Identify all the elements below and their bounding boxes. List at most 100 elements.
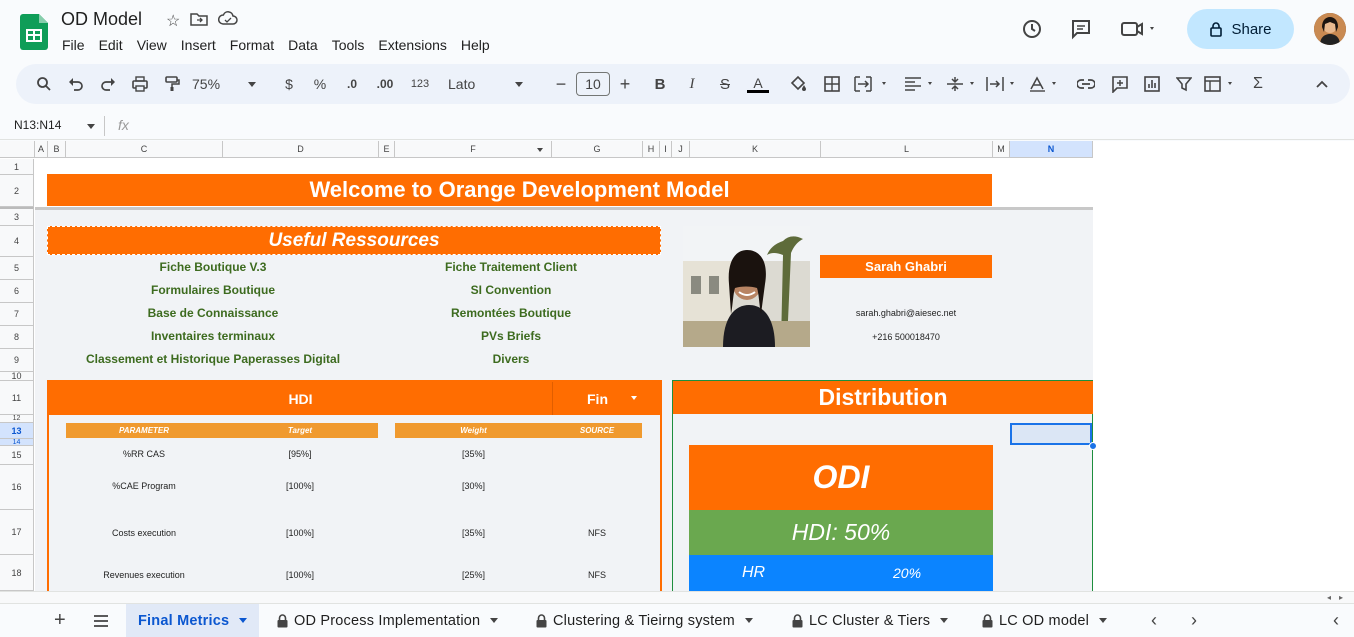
contact-email[interactable]: sarah.ghabri@aiesec.net bbox=[820, 308, 992, 318]
fill-color-icon[interactable] bbox=[788, 64, 808, 104]
row-header[interactable]: 1 bbox=[0, 159, 34, 175]
all-sheets-button[interactable] bbox=[93, 604, 111, 637]
column-header[interactable]: A bbox=[35, 141, 48, 158]
menu-file[interactable]: File bbox=[62, 37, 85, 53]
zoom-select[interactable]: 75% bbox=[192, 64, 262, 104]
row-header[interactable]: 7 bbox=[0, 303, 34, 326]
decrease-font-size-button[interactable]: − bbox=[554, 64, 568, 104]
search-icon[interactable] bbox=[34, 64, 54, 104]
resource-link[interactable]: Fiche Traitement Client bbox=[395, 260, 627, 274]
comments-icon[interactable] bbox=[1069, 17, 1093, 41]
cell-weight[interactable]: [35%] bbox=[395, 528, 552, 538]
row-header[interactable]: 10 bbox=[0, 371, 34, 381]
horizontal-scrollbar[interactable]: ◂ ▸ bbox=[0, 591, 1354, 603]
row-header[interactable]: 3 bbox=[0, 207, 34, 226]
meet-icon[interactable] bbox=[1118, 17, 1158, 41]
column-header[interactable]: E bbox=[379, 141, 395, 158]
sheet-grid[interactable]: A B C D E F G H I J K L M N 1 2 3 4 5 6 … bbox=[0, 141, 1354, 591]
text-rotation-icon[interactable] bbox=[1028, 64, 1064, 104]
chevron-down-icon[interactable] bbox=[239, 618, 248, 623]
selected-range[interactable] bbox=[1010, 423, 1092, 445]
scroll-tabs-left-icon[interactable]: ‹ bbox=[1151, 604, 1157, 637]
row-header[interactable]: 12 bbox=[0, 415, 34, 423]
row-header-selected[interactable]: 13 bbox=[0, 423, 34, 439]
move-folder-icon[interactable] bbox=[190, 11, 209, 32]
menu-data[interactable]: Data bbox=[288, 37, 318, 53]
fin-dropdown[interactable]: Fin bbox=[552, 382, 642, 415]
insert-link-icon[interactable] bbox=[1076, 64, 1096, 104]
tab-lc-od-model[interactable]: LC OD model bbox=[982, 604, 1108, 637]
cell-source[interactable]: NFS bbox=[552, 570, 642, 580]
chevron-down-icon[interactable] bbox=[490, 618, 499, 623]
borders-icon[interactable] bbox=[822, 64, 842, 104]
cell-source[interactable]: NFS bbox=[552, 528, 642, 538]
collapse-sidepanel-icon[interactable]: ‹ bbox=[1333, 604, 1339, 637]
column-header[interactable]: F bbox=[395, 141, 552, 158]
column-header[interactable]: M bbox=[993, 141, 1010, 158]
increase-font-size-button[interactable]: + bbox=[618, 64, 632, 104]
chevron-down-icon[interactable] bbox=[744, 618, 753, 623]
increase-decimal-button[interactable]: .00 bbox=[373, 64, 397, 104]
select-all-corner[interactable] bbox=[0, 141, 35, 158]
redo-icon[interactable] bbox=[98, 64, 118, 104]
paint-format-icon[interactable] bbox=[162, 64, 182, 104]
scroll-left-icon[interactable]: ◂ bbox=[1327, 593, 1331, 602]
row-header[interactable]: 8 bbox=[0, 326, 34, 349]
merge-cells-icon[interactable] bbox=[854, 64, 894, 104]
cell-parameter[interactable]: Costs execution bbox=[66, 528, 222, 538]
bold-icon[interactable]: B bbox=[652, 64, 668, 104]
resource-link[interactable]: Fiche Boutique V.3 bbox=[47, 260, 379, 274]
row-header[interactable]: 17 bbox=[0, 510, 34, 555]
name-box[interactable]: N13:N14 bbox=[14, 118, 95, 132]
vertical-align-icon[interactable] bbox=[946, 64, 982, 104]
font-size-input[interactable]: 10 bbox=[576, 64, 610, 104]
insert-comment-icon[interactable] bbox=[1110, 64, 1130, 104]
number-format-button[interactable]: 123 bbox=[408, 64, 432, 104]
tab-lc-cluster-tiers[interactable]: LC Cluster & Tiers bbox=[792, 604, 949, 637]
chevron-down-icon[interactable] bbox=[631, 396, 637, 400]
font-family-select[interactable]: Lato bbox=[448, 64, 530, 104]
cell-target[interactable]: [95%] bbox=[222, 449, 378, 459]
share-button[interactable]: Share bbox=[1187, 9, 1294, 49]
menu-format[interactable]: Format bbox=[230, 37, 274, 53]
filter-views-icon[interactable] bbox=[1204, 64, 1240, 104]
column-header[interactable]: K bbox=[690, 141, 821, 158]
insert-chart-icon[interactable] bbox=[1142, 64, 1162, 104]
row-header[interactable]: 18 bbox=[0, 555, 34, 591]
scroll-tabs-right-icon[interactable]: › bbox=[1191, 604, 1197, 637]
resource-link[interactable]: Inventaires terminaux bbox=[47, 329, 379, 343]
tab-final-metrics[interactable]: Final Metrics bbox=[126, 604, 260, 637]
filter-dropdown-icon[interactable] bbox=[537, 148, 543, 152]
resource-link[interactable]: PVs Briefs bbox=[395, 329, 627, 343]
menu-extensions[interactable]: Extensions bbox=[378, 37, 446, 53]
menu-edit[interactable]: Edit bbox=[99, 37, 123, 53]
menu-view[interactable]: View bbox=[137, 37, 167, 53]
chevron-down-icon[interactable] bbox=[1099, 618, 1108, 623]
horizontal-align-icon[interactable] bbox=[904, 64, 940, 104]
row-header[interactable]: 2 bbox=[0, 175, 34, 207]
row-header[interactable]: 6 bbox=[0, 280, 34, 303]
account-avatar[interactable] bbox=[1314, 13, 1346, 45]
functions-icon[interactable]: Σ bbox=[1250, 64, 1266, 104]
resource-link[interactable]: SI Convention bbox=[395, 283, 627, 297]
menu-help[interactable]: Help bbox=[461, 37, 490, 53]
cell-weight[interactable]: [30%] bbox=[395, 481, 552, 491]
undo-icon[interactable] bbox=[66, 64, 86, 104]
resource-link[interactable]: Formulaires Boutique bbox=[47, 283, 379, 297]
column-header[interactable]: L bbox=[821, 141, 993, 158]
column-header[interactable]: H bbox=[643, 141, 660, 158]
version-history-icon[interactable] bbox=[1020, 17, 1044, 41]
column-header[interactable]: B bbox=[48, 141, 66, 158]
document-title[interactable]: OD Model bbox=[61, 9, 142, 30]
cell-target[interactable]: [100%] bbox=[222, 570, 378, 580]
resource-link[interactable]: Divers bbox=[395, 352, 627, 366]
cloud-status-icon[interactable] bbox=[218, 11, 239, 32]
resource-link[interactable]: Base de Connaissance bbox=[47, 306, 379, 320]
add-sheet-button[interactable]: + bbox=[54, 604, 70, 637]
resource-link[interactable]: Remontées Boutique bbox=[395, 306, 627, 320]
currency-format-button[interactable]: $ bbox=[282, 64, 296, 104]
row-header[interactable]: 16 bbox=[0, 465, 34, 510]
fill-handle[interactable] bbox=[1089, 442, 1097, 450]
chevron-down-icon[interactable] bbox=[940, 618, 949, 623]
italic-icon[interactable]: I bbox=[684, 64, 700, 104]
